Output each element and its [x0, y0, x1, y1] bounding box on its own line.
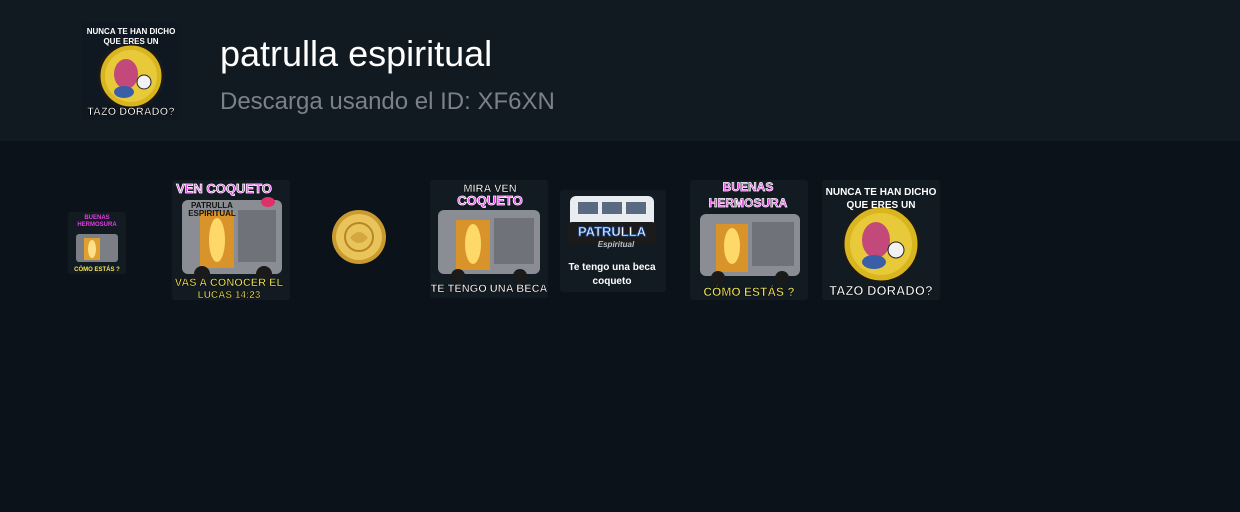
- sticker5-caption2: coqueto: [593, 276, 632, 287]
- sticker4-top2: COQUETO: [457, 193, 523, 208]
- pack-icon-image: NUNCA TE HAN DICHO QUE ERES UN TAZO DORA…: [82, 22, 180, 120]
- sticker-ven-coqueto[interactable]: PATRULLA ESPIRITUAL VEN COQUETO VAS A CO…: [172, 180, 290, 300]
- pack-download-id: Descarga usando el ID: XF6XN: [220, 88, 555, 115]
- pack-header: NUNCA TE HAN DICHO QUE ERES UN TAZO DORA…: [0, 0, 1240, 141]
- sticker2-van-espiritual: ESPIRITUAL: [188, 209, 236, 218]
- icon-line1: NUNCA TE HAN DICHO: [87, 27, 176, 36]
- sticker4-bottom: TE TENGO UNA BECA: [431, 283, 548, 295]
- gold-coin-icon: [332, 210, 386, 264]
- sticker5-caption1: Te tengo una beca: [568, 262, 655, 273]
- sticker6-bottom: CÓMO ESTÁS ?: [703, 284, 794, 299]
- sticker-patrulla-logo[interactable]: PATRULLA Espiritual Te tengo una beca co…: [560, 190, 666, 292]
- sticker2-top: VEN COQUETO: [176, 181, 272, 196]
- sticker-mira-ven-coqueto[interactable]: MIRA VEN COQUETO TE TENGO UNA BECA: [430, 180, 548, 298]
- sticker6-top2: HERMOSURA: [709, 196, 788, 210]
- sticker-tazo-dorado[interactable]: NUNCA TE HAN DICHO QUE ERES UN TAZO DORA…: [822, 180, 940, 300]
- sticker-gold-coin[interactable]: [330, 208, 388, 266]
- icon-line2: QUE ERES UN: [103, 37, 158, 46]
- icon-bottom: TAZO DORADO?: [87, 106, 175, 118]
- sticker2-bottom2: LUCAS 14:23: [198, 290, 261, 300]
- sticker1-bottom: CÓMO ESTÁS ?: [74, 265, 120, 273]
- sticker-buenas-hermosura[interactable]: BUENAS HERMOSURA CÓMO ESTÁS ?: [690, 180, 808, 300]
- sticker-buenas-hermosura-small[interactable]: BUENAS HERMOSURA CÓMO ESTÁS ?: [68, 212, 126, 274]
- sticker5-logo-script: Espiritual: [598, 240, 635, 249]
- sticker2-bottom1: VAS A CONOCER EL: [175, 277, 284, 289]
- sticker5-logo: PATRULLA: [578, 224, 647, 239]
- sticker7-line2: QUE ERES UN: [847, 200, 916, 211]
- pack-title: patrulla espiritual: [220, 33, 493, 74]
- sticker7-line1: NUNCA TE HAN DICHO: [826, 187, 937, 198]
- sticker1-top1: BUENAS: [84, 215, 109, 221]
- sticker6-top1: BUENAS: [723, 180, 774, 194]
- sticker7-bottom: TAZO DORADO?: [829, 283, 933, 298]
- sticker1-top2: HERMOSURA: [77, 222, 117, 228]
